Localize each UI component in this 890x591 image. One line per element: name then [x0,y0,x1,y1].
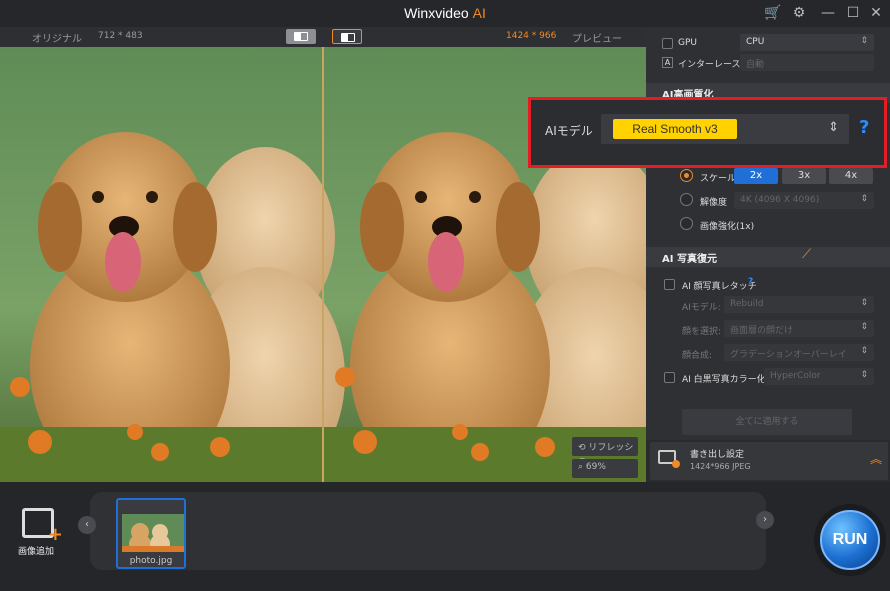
colorize-checkbox[interactable] [664,372,675,383]
run-button[interactable]: RUN [814,504,886,576]
split-view-toggle[interactable] [332,29,362,44]
scale-option-4x[interactable]: 4x [829,168,873,184]
enhance-label: 画像強化(1x) [700,222,755,232]
export-settings[interactable]: 書き出し設定 1424*966 JPEG ︽ [650,442,888,480]
thumbnail-strip [90,492,766,570]
viewer-header: オリジナル 712 * 483 1424 * 966 プレビュー [0,27,646,47]
cart-icon[interactable]: 🛒 [763,4,783,22]
blend-label: 顔合成: [682,351,713,361]
run-label: RUN [820,510,880,570]
enhance-radio[interactable] [680,217,693,230]
restore-model-select[interactable]: Rebuild ⇕ [724,296,874,313]
ai-model-callout: AIモデル Real Smooth v3 ⇕ ? [528,97,887,168]
apply-all-button[interactable]: 全てに適用する [682,409,852,435]
zoom-button[interactable]: ⌕ 69% [572,459,638,478]
original-dims: 712 * 483 [98,31,143,41]
compare-divider[interactable] [322,47,324,482]
ai-model-value: Real Smooth v3 [613,119,737,139]
single-view-icon [294,32,308,41]
gear-icon[interactable]: ⚙ [789,4,809,22]
resolution-radio[interactable] [680,193,693,206]
ai-model-label: AIモデル [545,124,593,138]
close-icon[interactable]: ✕ [866,4,886,22]
minimize-icon[interactable]: — [818,4,838,22]
select-arrow-icon: ⇕ [860,36,868,46]
chevron-right-icon[interactable]: › [756,511,774,529]
add-image-icon [22,508,63,545]
resolution-label: 解像度 [700,198,728,208]
resolution-select[interactable]: 4K (4096 X 4096) ⇕ [734,192,874,209]
add-image-button[interactable]: 画像追加 [18,508,68,558]
preview-dims: 1424 * 966 [506,31,557,41]
settings-panel: GPU CPU ⇕ A インターレース解除 自動 AI高画質化 スケール 2x 3… [646,27,890,440]
gpu-checkbox[interactable] [662,38,673,49]
title-bar: Winxvideo AI 🛒 ⚙ — ☐ ✕ [0,0,890,27]
app-title: Winxvideo AI [404,5,486,21]
refresh-icon: ⟲ [578,443,589,453]
deinterlace-icon: A [662,57,673,68]
face-select-label: 顔を選択: [682,327,722,337]
split-view-icon [341,33,355,42]
help-icon[interactable]: ? [859,117,869,138]
scale-option-2x[interactable]: 2x [734,168,778,184]
help-icon[interactable]: ? [748,277,753,287]
deinterlace-select[interactable]: 自動 [740,54,874,71]
blend-select[interactable]: グラデーションオーバーレイ ⇕ [724,344,874,361]
gpu-select[interactable]: CPU ⇕ [740,34,874,51]
restore-model-label: AIモデル: [682,303,721,313]
export-info: 1424*966 JPEG [690,462,751,471]
refresh-button[interactable]: ⟲ リフレッシュ [572,437,638,466]
preview-label: プレビュー [572,34,622,45]
colorize-label: AI 白黒写真カラー化: [682,375,769,385]
ai-model-select[interactable]: Real Smooth v3 ⇕ [601,114,849,144]
chevron-left-icon[interactable]: ‹ [78,516,96,534]
original-label: オリジナル [32,34,82,45]
face-retouch-checkbox[interactable] [664,279,675,290]
thumbnail-image [122,514,184,552]
export-title: 書き出し設定 [690,450,745,460]
chevron-up-icon[interactable]: ︽ [870,450,882,467]
zoom-icon: ⌕ [578,462,586,472]
scale-option-3x[interactable]: 3x [782,168,826,184]
magic-wand-icon: ⟋ [802,247,812,262]
face-select[interactable]: 画面層の顔だけ ⇕ [724,320,874,337]
select-arrow-icon: ⇕ [828,120,839,135]
scale-radio[interactable] [680,169,693,182]
scale-label: スケール [700,174,737,184]
face-retouch-label: AI 顔写真レタッチ [682,282,757,292]
thumbnail-filename: photo.jpg [129,556,173,566]
gpu-label: GPU [678,38,697,48]
app-window: Winxvideo AI 🛒 ⚙ — ☐ ✕ オリジナル 712 * 483 14… [0,0,890,591]
colorize-select[interactable]: HyperColor ⇕ [764,368,874,385]
image-thumbnail[interactable]: photo.jpg [116,498,186,569]
single-view-toggle[interactable] [286,29,316,44]
add-image-label: 画像追加 [18,547,55,557]
maximize-icon[interactable]: ☐ [843,4,863,22]
export-settings-icon [658,450,680,468]
section-restore: AI 写真復元 [646,247,890,267]
